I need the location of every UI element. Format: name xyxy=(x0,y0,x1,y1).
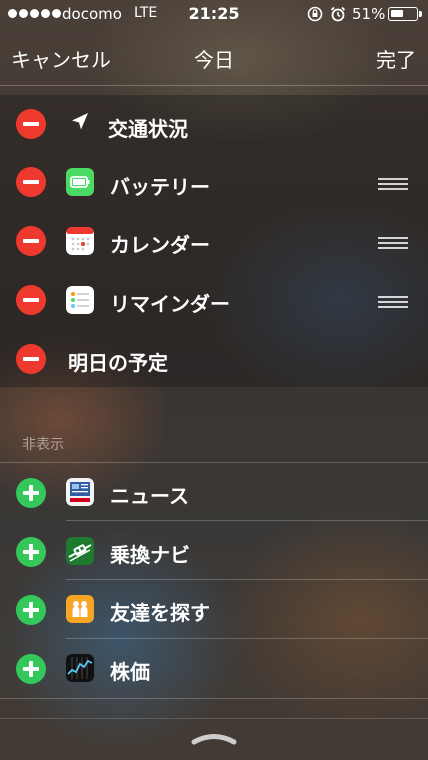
widget-row-news: ニュース xyxy=(0,463,428,521)
battery-icon xyxy=(388,7,422,21)
widget-row-traffic: 交通状況 xyxy=(0,95,428,153)
yahoo-news-app-icon xyxy=(66,478,94,506)
status-bar: docomo LTE 21:25 51% xyxy=(0,0,428,28)
reminders-app-icon xyxy=(66,286,94,314)
stocks-app-icon xyxy=(66,654,94,682)
rotation-lock-icon xyxy=(307,6,323,22)
remove-button[interactable] xyxy=(16,109,46,139)
reorder-handle[interactable] xyxy=(378,178,408,190)
divider xyxy=(0,698,428,699)
widget-label: バッテリー xyxy=(110,175,210,199)
location-arrow-icon xyxy=(72,113,88,130)
reorder-handle[interactable] xyxy=(378,237,408,249)
page-title: 今日 xyxy=(194,48,234,72)
widget-row-stocks: 株価 xyxy=(0,639,428,697)
done-button[interactable]: 完了 xyxy=(376,44,416,73)
nav-bar: キャンセル 今日 完了 xyxy=(0,30,428,86)
remove-button[interactable] xyxy=(16,167,46,197)
widget-row-reminders: リマインダー xyxy=(0,270,428,328)
widget-row-find-friends: 友達を探す xyxy=(0,580,428,638)
alarm-icon xyxy=(330,6,346,22)
widget-row-calendar: カレンダー xyxy=(0,211,428,269)
calendar-app-icon xyxy=(66,227,94,255)
remove-button[interactable] xyxy=(16,226,46,256)
widget-row-transit: 乗換ナビ xyxy=(0,521,428,579)
widget-row-tomorrow: 明日の予定 xyxy=(0,329,428,387)
widget-label: 友達を探す xyxy=(110,601,210,625)
widget-label: 明日の予定 xyxy=(68,351,168,375)
widget-label: 株価 xyxy=(110,660,150,684)
widget-label: カレンダー xyxy=(110,233,210,257)
widget-label: 交通状況 xyxy=(108,117,188,141)
widget-label: 乗換ナビ xyxy=(110,543,190,567)
remove-button[interactable] xyxy=(16,344,46,374)
remove-button[interactable] xyxy=(16,285,46,315)
add-button[interactable] xyxy=(16,478,46,508)
widget-row-battery: バッテリー xyxy=(0,153,428,211)
battery-percentage: 51% xyxy=(352,5,386,23)
reorder-handle[interactable] xyxy=(378,296,408,308)
grabber-handle[interactable] xyxy=(190,731,238,745)
battery-app-icon xyxy=(66,168,94,196)
add-button[interactable] xyxy=(16,595,46,625)
widget-label: ニュース xyxy=(110,484,189,508)
find-friends-app-icon xyxy=(66,595,94,623)
transit-navi-app-icon xyxy=(66,537,94,565)
add-button[interactable] xyxy=(16,654,46,684)
divider xyxy=(0,718,428,719)
hidden-section-header: 非表示 xyxy=(22,437,64,453)
widget-label: リマインダー xyxy=(110,292,230,316)
add-button[interactable] xyxy=(16,537,46,567)
